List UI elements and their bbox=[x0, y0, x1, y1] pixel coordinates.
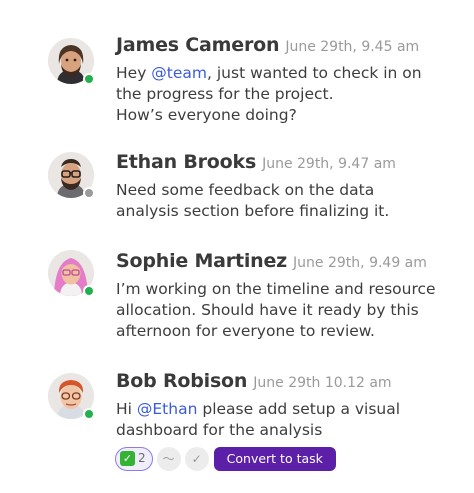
avatar[interactable] bbox=[48, 250, 95, 297]
message-text: Hey @team, just wanted to check in on th… bbox=[116, 64, 422, 124]
timestamp: June 29th 10.12 am bbox=[253, 375, 392, 391]
status-online-icon bbox=[83, 408, 95, 420]
reaction-count: 2 bbox=[138, 451, 146, 465]
check-reaction[interactable]: ✓ 2 bbox=[115, 447, 153, 471]
mention-link[interactable]: @team bbox=[151, 64, 207, 82]
convert-to-task-button[interactable]: Convert to task bbox=[213, 447, 336, 471]
timestamp: June 29th, 9.49 am bbox=[293, 255, 427, 271]
mention-link[interactable]: @Ethan bbox=[137, 400, 198, 418]
author-name[interactable]: Ethan Brooks bbox=[116, 151, 256, 173]
status-online-icon bbox=[83, 285, 95, 297]
author-name[interactable]: James Cameron bbox=[116, 34, 280, 56]
message-text: Hi @Ethan please add setup a visual dash… bbox=[116, 400, 401, 439]
reaction-bar: ✓ 2 〜 ✓ Convert to task bbox=[115, 447, 336, 471]
avatar[interactable] bbox=[48, 38, 95, 85]
timestamp: June 29th, 9.47 am bbox=[262, 156, 396, 172]
ok-hand-icon[interactable]: 〜 bbox=[156, 447, 181, 471]
status-online-icon bbox=[83, 73, 95, 85]
author-name[interactable]: Bob Robison bbox=[116, 370, 247, 392]
author-name[interactable]: Sophie Martinez bbox=[116, 250, 287, 272]
timestamp: June 29th, 9.45 am bbox=[285, 39, 420, 55]
message-text: Need some feedback on the data analysis … bbox=[116, 181, 390, 220]
avatar[interactable] bbox=[48, 373, 95, 420]
check-mark-icon: ✓ bbox=[120, 451, 135, 466]
status-offline-icon bbox=[83, 187, 95, 199]
message-text: I’m working on the timeline and resource… bbox=[116, 280, 436, 340]
check-icon[interactable]: ✓ bbox=[184, 447, 209, 471]
avatar[interactable] bbox=[48, 152, 95, 199]
